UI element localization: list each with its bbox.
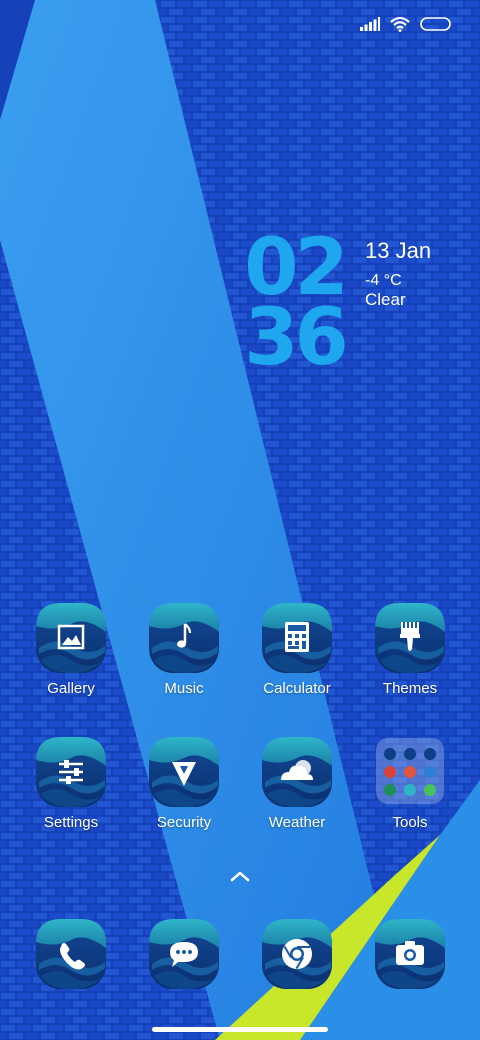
cloud-sun-icon <box>281 760 313 780</box>
app-label: Settings <box>43 814 99 831</box>
app-security[interactable]: Security <box>128 736 240 856</box>
app-label: Tools <box>392 814 428 831</box>
battery-icon <box>420 17 451 31</box>
app-themes[interactable]: Themes <box>354 602 466 722</box>
wallpaper <box>0 0 480 1040</box>
shield-icon <box>172 762 196 786</box>
chevron-up-icon[interactable] <box>228 868 252 884</box>
paintbrush-icon <box>400 622 420 651</box>
folder-icon <box>376 738 444 804</box>
temperature-label: -4 °C <box>365 272 402 289</box>
signal-bars-icon <box>360 17 380 31</box>
app-label: Music <box>164 680 204 697</box>
app-label: Weather <box>268 814 326 831</box>
folder-tools[interactable]: Tools <box>354 736 466 856</box>
clock-widget[interactable]: 02 36 <box>232 225 357 385</box>
camera-icon <box>396 941 424 965</box>
app-weather[interactable]: Weather <box>241 736 353 856</box>
app-label: Calculator <box>263 680 331 697</box>
app-settings[interactable]: Settings <box>15 736 127 856</box>
home-indicator[interactable] <box>152 1027 328 1032</box>
dock-camera[interactable] <box>354 918 466 994</box>
dock-chrome[interactable] <box>241 918 353 994</box>
status-bar <box>360 16 452 32</box>
music-note-icon <box>177 623 192 648</box>
dock-phone[interactable] <box>15 918 127 994</box>
wifi-icon <box>390 16 410 32</box>
messages-icon <box>170 942 198 967</box>
app-calculator[interactable]: Calculator <box>241 602 353 722</box>
app-label: Gallery <box>47 680 95 697</box>
gallery-icon <box>57 624 85 650</box>
chrome-icon <box>282 939 312 970</box>
date-weather-widget[interactable]: 13 Jan -4 °C Clear <box>365 238 431 309</box>
app-gallery[interactable]: Gallery <box>15 602 127 722</box>
sliders-icon <box>59 760 83 784</box>
calculator-icon <box>285 622 309 652</box>
date-label: 13 Jan <box>365 238 432 263</box>
weather-condition-label: Clear <box>365 290 406 309</box>
dock-messages[interactable] <box>128 918 240 994</box>
app-music[interactable]: Music <box>128 602 240 722</box>
clock-minute: 36 <box>244 293 349 383</box>
app-label: Themes <box>382 680 438 697</box>
phone-icon <box>60 943 85 970</box>
app-label: Security <box>156 814 212 831</box>
